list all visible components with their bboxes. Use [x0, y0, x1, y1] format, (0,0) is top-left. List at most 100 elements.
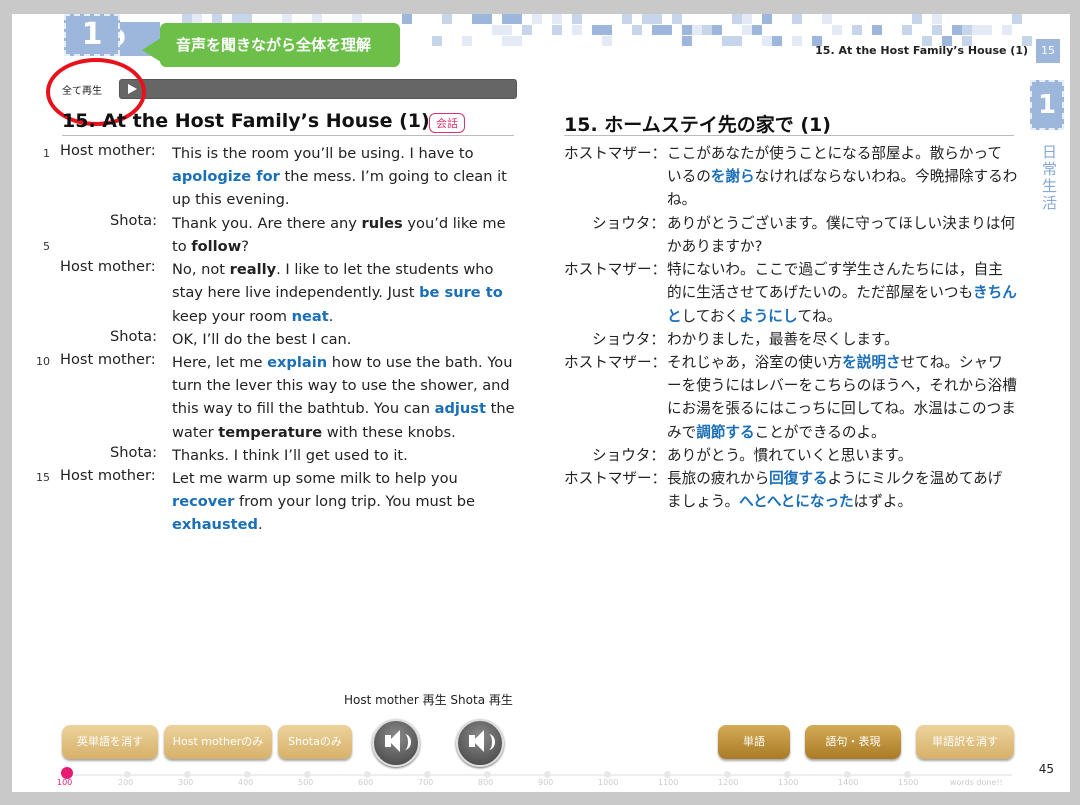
text-segment: それじゃあ，浴室の使い方: [667, 354, 843, 371]
vocab-term[interactable]: neat: [292, 308, 329, 325]
mosaic-tile: [662, 25, 672, 35]
running-header-page-box: 15: [1036, 39, 1060, 63]
japanese-section-title: 15. ホームステイ先の家で (1): [564, 114, 831, 136]
mosaic-tile: [932, 14, 942, 24]
mosaic-tile: [652, 14, 662, 24]
host-mother-only-button[interactable]: Host motherのみ: [164, 725, 272, 759]
ja-vocab-term[interactable]: ようにし: [739, 308, 797, 325]
mosaic-tile: [532, 14, 542, 24]
english-line: to follow?: [172, 235, 249, 258]
japanese-line: ここがあなたが使うことになる部屋よ。散らかって: [667, 145, 1002, 162]
vocab-term[interactable]: adjust: [435, 400, 486, 417]
speaker-shota: Shota:: [110, 328, 158, 345]
text-segment: みで: [667, 424, 697, 441]
mosaic-tile: [592, 25, 602, 35]
conversation-badge: 会話: [429, 113, 465, 133]
speaker-host-mother: Host mother:: [60, 467, 156, 484]
mosaic-tile: [752, 25, 762, 35]
speaker-shota: Shota:: [110, 444, 158, 461]
mosaic-tile: [442, 14, 452, 24]
text-segment: ことができるのよ。: [754, 424, 886, 441]
english-line: water temperature with these knobs.: [172, 421, 456, 444]
text-segment: from your long trip. You must be: [234, 493, 476, 510]
english-line: This is the room you’ll be using. I have…: [172, 145, 474, 162]
ja-vocab-term[interactable]: を説明さ: [842, 354, 900, 371]
mosaic-tile: [672, 14, 682, 24]
mosaic-tile: [492, 25, 502, 35]
chapter-side-tab[interactable]: 1: [1030, 80, 1064, 130]
text-segment: はずよ。: [853, 493, 913, 510]
shota-only-button[interactable]: Shotaのみ: [278, 725, 352, 759]
mosaic-tile: [1012, 14, 1022, 24]
phrases-button[interactable]: 語句・表現: [805, 725, 901, 759]
mosaic-tile: [962, 25, 972, 35]
bold-term: really: [229, 261, 277, 278]
vocab-term[interactable]: explain: [267, 354, 327, 371]
mosaic-tile: [732, 36, 742, 46]
mosaic-tile: [772, 36, 782, 46]
progress-label: 1100: [658, 778, 679, 787]
progress-dot: [544, 771, 551, 778]
progress-dot: [304, 771, 311, 778]
english-line: stay here live independently. Just be su…: [172, 281, 503, 304]
hide-english-button[interactable]: 英単語を消す: [62, 725, 158, 759]
mosaic-tile: [792, 14, 802, 24]
speaker-shota: Shota:: [110, 212, 158, 229]
progress-dot: [904, 771, 911, 778]
english-line: this way to fill the bathtub. You can ad…: [172, 397, 515, 420]
ja-vocab-term[interactable]: へとへとになった: [739, 493, 854, 510]
bold-term: rules: [361, 215, 403, 232]
japanese-line: にお湯を張るにはこっちに回してね。水温はこのつま: [667, 400, 1016, 417]
mosaic-tile: [502, 25, 512, 35]
mosaic-tile: [872, 25, 882, 35]
hide-translation-button[interactable]: 単語訳を消す: [916, 725, 1014, 759]
line-number: 15: [36, 471, 50, 484]
japanese-line: ありがとう。慣れていくと思います。: [667, 447, 913, 464]
mosaic-tile: [1002, 25, 1012, 35]
vocab-term[interactable]: recover: [172, 493, 234, 510]
vocab-term[interactable]: be sure to: [419, 284, 503, 301]
text-segment: せてね。シャワ: [900, 354, 1003, 371]
mosaic-tile: [642, 14, 652, 24]
chapter-side-label: 日常生活: [1040, 144, 1058, 212]
mosaic-tile: [762, 14, 772, 24]
host-mother-play-button[interactable]: [372, 719, 420, 767]
ja-speaker-shota: ショウタ：: [592, 447, 665, 464]
mosaic-tile: [602, 25, 612, 35]
text-segment: .: [257, 516, 263, 533]
text-segment: stay here live independently. Just: [172, 284, 420, 301]
ja-speaker-host-mother: ホストマザー：: [564, 145, 667, 162]
japanese-line: かありますか?: [667, 238, 763, 255]
japanese-line: ね。: [667, 191, 697, 208]
ja-vocab-term[interactable]: を謝ら: [711, 168, 755, 185]
english-line: apologize for the mess. I’m going to cle…: [172, 165, 507, 188]
mosaic-tile: [712, 25, 722, 35]
mosaic-tile: [682, 25, 692, 35]
vocab-button[interactable]: 単語: [718, 725, 790, 759]
text-segment: No, not: [172, 261, 230, 278]
mosaic-tile: [792, 36, 802, 46]
english-line: OK, I’ll do the best I can.: [172, 331, 352, 348]
progress-label: 1200: [718, 778, 739, 787]
ja-vocab-term[interactable]: 回復する: [769, 470, 827, 487]
text-segment: いるの: [667, 168, 711, 185]
vocab-term[interactable]: exhausted: [172, 516, 258, 533]
play-all-audio-bar[interactable]: [119, 79, 517, 99]
ja-vocab-term[interactable]: きちん: [973, 284, 1017, 301]
progress-label: 1500: [898, 778, 919, 787]
mosaic-tile: [502, 14, 512, 24]
ja-speaker-host-mother: ホストマザー：: [564, 261, 667, 278]
ja-vocab-term[interactable]: 調節する: [696, 424, 754, 441]
progress-dot: [604, 771, 611, 778]
mosaic-tile: [952, 25, 962, 35]
mosaic-tile: [432, 36, 442, 46]
vocab-term[interactable]: apologize for: [172, 168, 280, 185]
mosaic-tile: [652, 25, 662, 35]
ja-vocab-term[interactable]: と: [667, 308, 682, 325]
ja-speaker-host-mother: ホストマザー：: [564, 470, 667, 487]
progress-current-label: 100: [57, 778, 73, 787]
shota-play-button[interactable]: [456, 719, 504, 767]
progress-dot: [844, 771, 851, 778]
progress-dot: [364, 771, 371, 778]
progress-label: 800: [478, 778, 494, 787]
